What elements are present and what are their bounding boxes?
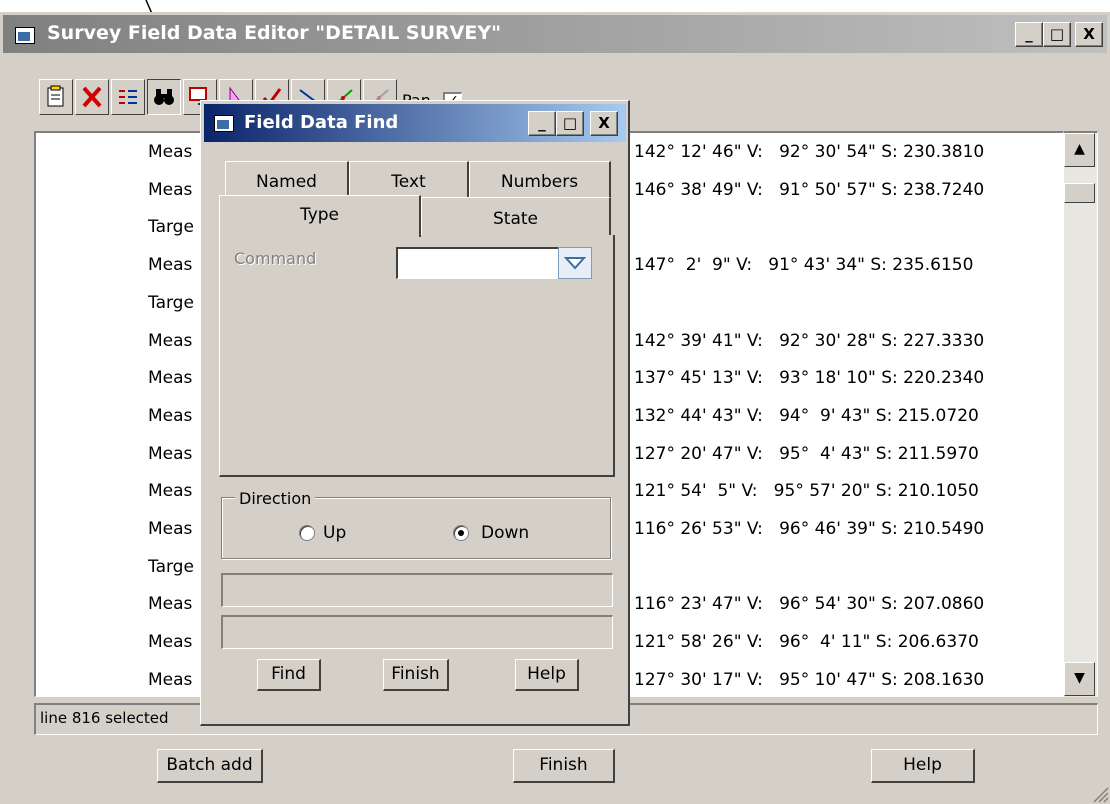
row-kind: Targe (148, 217, 194, 238)
tab-text[interactable]: Text (349, 161, 469, 197)
insert-list-button[interactable] (111, 79, 145, 115)
row-kind: Meas (148, 330, 193, 351)
row-values: 127° 30' 17" V: 95° 10' 47" S: 208.1630 (634, 669, 985, 690)
command-combo[interactable] (396, 247, 592, 279)
resize-grip-icon[interactable] (1089, 783, 1109, 803)
row-kind: Meas (148, 255, 193, 276)
row-values: 116° 23' 47" V: 96° 54' 30" S: 207.0860 (634, 594, 985, 615)
radio-down-label: Down (481, 523, 530, 543)
scroll-down-button[interactable]: ▼ (1064, 662, 1095, 696)
main-window-title: Survey Field Data Editor "DETAIL SURVEY" (47, 22, 501, 44)
radio-down-circle[interactable] (453, 525, 469, 541)
radio-up-circle[interactable] (299, 525, 315, 541)
row-kind: Meas (148, 632, 193, 653)
main-help-button[interactable]: Help (871, 749, 975, 783)
tab-named[interactable]: Named (225, 161, 349, 197)
radio-down[interactable]: Down (449, 523, 559, 545)
row-values: 116° 26' 53" V: 96° 46' 39" S: 210.5490 (634, 519, 985, 539)
insert-list-icon (119, 90, 137, 104)
dialog-title: Field Data Find (244, 112, 399, 133)
tab-panel: Command (219, 235, 615, 477)
main-finish-button[interactable]: Finish (513, 749, 615, 783)
row-kind: Meas (148, 669, 193, 690)
chevron-down-icon (563, 257, 587, 270)
close-button[interactable]: X (1075, 22, 1103, 47)
find-submit-button[interactable]: Find (257, 659, 321, 691)
row-values: 142° 12' 46" V: 92° 30' 54" S: 230.3810 (634, 142, 985, 162)
scroll-up-button[interactable]: ▲ (1064, 133, 1095, 167)
row-values: 142° 39' 41" V: 92° 30' 28" S: 227.3330 (634, 330, 985, 351)
scroll-thumb[interactable] (1064, 183, 1095, 203)
new-record-icon (47, 85, 64, 107)
dialog-maximize-button[interactable]: □ (556, 111, 584, 136)
row-kind: Meas (148, 443, 193, 464)
window-app-icon[interactable] (15, 27, 35, 44)
tab-numbers[interactable]: Numbers (469, 161, 611, 197)
row-values: 121° 54' 5" V: 95° 57' 20" S: 210.1050 (634, 481, 979, 502)
find-button[interactable] (147, 79, 181, 115)
delete-icon (82, 86, 102, 108)
dialog-close-button[interactable]: X (590, 111, 618, 136)
maximize-button[interactable]: □ (1043, 22, 1071, 47)
row-kind: Meas (148, 142, 193, 162)
dialog-finish-button[interactable]: Finish (383, 659, 449, 691)
row-kind: Targe (148, 556, 194, 577)
new-record-button[interactable] (39, 79, 73, 115)
radio-up[interactable]: Up (295, 523, 375, 545)
direction-label: Direction (235, 489, 316, 508)
command-label: Command (234, 249, 317, 268)
row-kind: Meas (148, 405, 193, 426)
message-field-2 (221, 615, 613, 649)
main-titlebar[interactable]: Survey Field Data Editor "DETAIL SURVEY"… (3, 15, 1107, 53)
command-dropdown-button[interactable] (558, 247, 592, 279)
dialog-minimize-button[interactable]: _ (528, 111, 556, 136)
minimize-button[interactable]: _ (1015, 22, 1043, 47)
row-values: 147° 2' 9" V: 91° 43' 34" S: 235.6150 (634, 255, 974, 276)
command-input[interactable] (396, 247, 558, 279)
message-field-1 (221, 573, 613, 607)
row-kind: Meas (148, 368, 193, 389)
tab-state[interactable]: State (421, 197, 611, 235)
row-kind: Meas (148, 481, 193, 502)
row-values: 121° 58' 26" V: 96° 4' 11" S: 206.6370 (634, 632, 979, 653)
row-values: 127° 20' 47" V: 95° 4' 43" S: 211.5970 (634, 443, 979, 464)
row-kind: Meas (148, 519, 193, 539)
row-kind: Meas (148, 594, 193, 615)
binoculars-icon (154, 89, 174, 105)
tab-type[interactable]: Type (219, 195, 421, 237)
field-data-find-dialog: Field Data Find _ □ X Named Text Numbers… (200, 100, 630, 726)
delete-button[interactable] (75, 79, 109, 115)
radio-up-label: Up (323, 523, 347, 543)
row-kind: Targe (148, 292, 194, 313)
list-scrollbar[interactable]: ▲ ▼ (1064, 131, 1098, 697)
dialog-titlebar[interactable]: Field Data Find _ □ X (204, 104, 626, 142)
row-values: 132° 44' 43" V: 94° 9' 43" S: 215.0720 (634, 405, 979, 426)
row-kind: Meas (148, 179, 193, 200)
dialog-help-button[interactable]: Help (515, 659, 579, 691)
row-values: 137° 45' 13" V: 93° 18' 10" S: 220.2340 (634, 368, 985, 389)
row-values: 146° 38' 49" V: 91° 50' 57" S: 238.7240 (634, 179, 985, 200)
dialog-app-icon[interactable] (214, 115, 234, 132)
batch-add-button[interactable]: Batch add (157, 749, 263, 783)
